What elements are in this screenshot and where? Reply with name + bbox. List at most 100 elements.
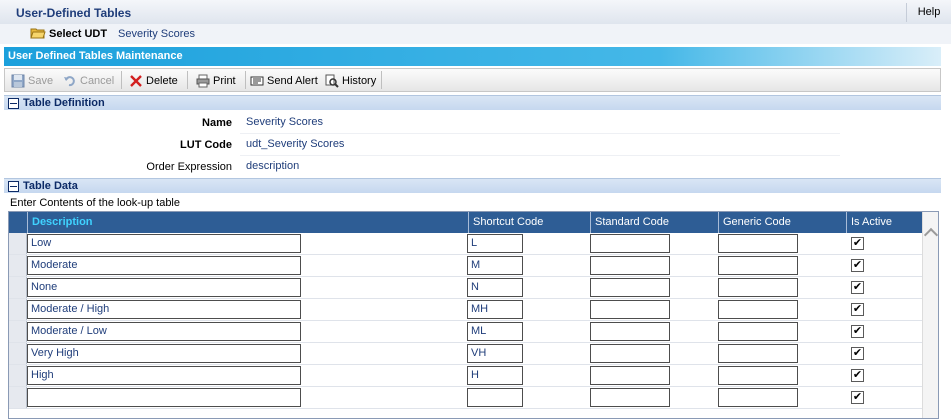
collapse-icon[interactable] bbox=[8, 181, 19, 192]
name-value: Severity Scores bbox=[246, 116, 324, 128]
table-row: None N ✔ bbox=[9, 277, 922, 299]
generic-code-input[interactable] bbox=[718, 344, 798, 363]
shortcut-code-input[interactable]: H bbox=[467, 366, 523, 385]
printer-icon bbox=[196, 74, 210, 88]
standard-code-input[interactable] bbox=[590, 278, 670, 297]
description-input[interactable]: Moderate bbox=[27, 256, 301, 275]
send-alert-button[interactable]: Send Alert bbox=[250, 73, 318, 89]
divider bbox=[240, 155, 840, 156]
standard-code-input[interactable] bbox=[590, 300, 670, 319]
shortcut-code-input[interactable]: M bbox=[467, 256, 523, 275]
generic-code-input[interactable] bbox=[718, 366, 798, 385]
is-active-checkbox[interactable]: ✔ bbox=[851, 369, 864, 382]
generic-code-input[interactable] bbox=[718, 388, 798, 407]
description-input[interactable]: Very High bbox=[27, 344, 301, 363]
description-input[interactable]: Moderate / High bbox=[27, 300, 301, 319]
row-selector[interactable] bbox=[9, 255, 27, 276]
generic-code-input[interactable] bbox=[718, 300, 798, 319]
standard-code-input[interactable] bbox=[590, 322, 670, 341]
generic-code-input[interactable] bbox=[718, 256, 798, 275]
is-active-checkbox[interactable]: ✔ bbox=[851, 391, 864, 404]
shortcut-code-input[interactable]: L bbox=[467, 234, 523, 253]
generic-code-input[interactable] bbox=[718, 234, 798, 253]
delete-x-icon bbox=[130, 75, 142, 87]
lut-code-value: udt_Severity Scores bbox=[246, 138, 345, 150]
description-input[interactable]: Low bbox=[27, 234, 301, 253]
save-button[interactable]: Save bbox=[11, 73, 53, 89]
shortcut-code-input[interactable]: MH bbox=[467, 300, 523, 319]
print-button[interactable]: Print bbox=[196, 73, 236, 89]
standard-code-input[interactable] bbox=[590, 366, 670, 385]
table-row: Moderate / High MH ✔ bbox=[9, 299, 922, 321]
table-definition-title: Table Definition bbox=[23, 97, 105, 109]
column-header-description[interactable]: Description bbox=[27, 212, 468, 233]
column-header-generic-code[interactable]: Generic Code bbox=[718, 212, 846, 233]
order-expression-value: description bbox=[246, 160, 300, 172]
undo-icon bbox=[64, 76, 75, 87]
row-selector[interactable] bbox=[9, 387, 27, 408]
is-active-checkbox[interactable]: ✔ bbox=[851, 347, 864, 360]
standard-code-input[interactable] bbox=[590, 388, 670, 407]
toolbar-separator bbox=[121, 71, 122, 89]
udt-selector-bar: Select UDT Severity Scores bbox=[0, 24, 951, 44]
scroll-up-arrow-icon[interactable] bbox=[923, 227, 938, 243]
column-header-standard-code[interactable]: Standard Code bbox=[590, 212, 718, 233]
toolbar: Save Cancel Delete Print Send Alert Hist… bbox=[4, 68, 941, 92]
divider bbox=[240, 133, 840, 134]
maintenance-header: User Defined Tables Maintenance bbox=[4, 47, 941, 66]
row-selector[interactable] bbox=[9, 233, 27, 254]
table-row: ✔ bbox=[9, 387, 922, 409]
help-button[interactable]: Help bbox=[906, 3, 951, 22]
table-definition-section[interactable]: Table Definition bbox=[4, 95, 941, 110]
description-input[interactable] bbox=[27, 388, 301, 407]
is-active-checkbox[interactable]: ✔ bbox=[851, 259, 864, 272]
cancel-button[interactable]: Cancel bbox=[63, 73, 114, 89]
is-active-checkbox[interactable]: ✔ bbox=[851, 281, 864, 294]
collapse-icon[interactable] bbox=[8, 98, 19, 109]
generic-code-input[interactable] bbox=[718, 322, 798, 341]
standard-code-input[interactable] bbox=[590, 256, 670, 275]
vertical-scrollbar[interactable] bbox=[922, 212, 938, 418]
toolbar-separator bbox=[187, 71, 188, 89]
shortcut-code-input[interactable] bbox=[467, 388, 523, 407]
description-input[interactable]: None bbox=[27, 278, 301, 297]
alert-message-icon bbox=[250, 76, 264, 86]
select-udt-link[interactable]: Select UDT bbox=[49, 28, 107, 40]
delete-button[interactable]: Delete bbox=[129, 73, 178, 89]
row-selector[interactable] bbox=[9, 365, 27, 386]
table-row: Moderate / Low ML ✔ bbox=[9, 321, 922, 343]
toolbar-separator bbox=[245, 71, 246, 89]
column-header-is-active[interactable]: Is Active bbox=[846, 212, 922, 233]
table-row: Very High VH ✔ bbox=[9, 343, 922, 365]
floppy-disk-icon bbox=[11, 74, 25, 88]
is-active-checkbox[interactable]: ✔ bbox=[851, 237, 864, 250]
app-title: User-Defined Tables bbox=[16, 6, 132, 20]
row-selector[interactable] bbox=[9, 299, 27, 320]
generic-code-input[interactable] bbox=[718, 278, 798, 297]
description-input[interactable]: High bbox=[27, 366, 301, 385]
standard-code-input[interactable] bbox=[590, 234, 670, 253]
standard-code-input[interactable] bbox=[590, 344, 670, 363]
row-selector[interactable] bbox=[9, 321, 27, 342]
table-data-section[interactable]: Table Data bbox=[4, 178, 941, 193]
is-active-checkbox[interactable]: ✔ bbox=[851, 325, 864, 338]
print-label: Print bbox=[213, 75, 236, 87]
description-input[interactable]: Moderate / Low bbox=[27, 322, 301, 341]
is-active-checkbox[interactable]: ✔ bbox=[851, 303, 864, 316]
current-udt-name: Severity Scores bbox=[118, 28, 196, 40]
history-button[interactable]: History bbox=[325, 73, 376, 89]
shortcut-code-input[interactable]: ML bbox=[467, 322, 523, 341]
shortcut-code-input[interactable]: N bbox=[467, 278, 523, 297]
grid-header-row: Description Shortcut Code Standard Code … bbox=[9, 212, 922, 233]
shortcut-code-input[interactable]: VH bbox=[467, 344, 523, 363]
row-selector[interactable] bbox=[9, 277, 27, 298]
send-alert-label: Send Alert bbox=[267, 75, 318, 87]
table-data-hint: Enter Contents of the look-up table bbox=[10, 197, 180, 209]
table-row: High H ✔ bbox=[9, 365, 922, 387]
table-row: Moderate M ✔ bbox=[9, 255, 922, 277]
row-selector[interactable] bbox=[9, 343, 27, 364]
history-magnifier-icon bbox=[325, 74, 339, 88]
column-header-shortcut-code[interactable]: Shortcut Code bbox=[468, 212, 590, 233]
cancel-label: Cancel bbox=[80, 75, 115, 87]
table-data-title: Table Data bbox=[23, 180, 78, 192]
